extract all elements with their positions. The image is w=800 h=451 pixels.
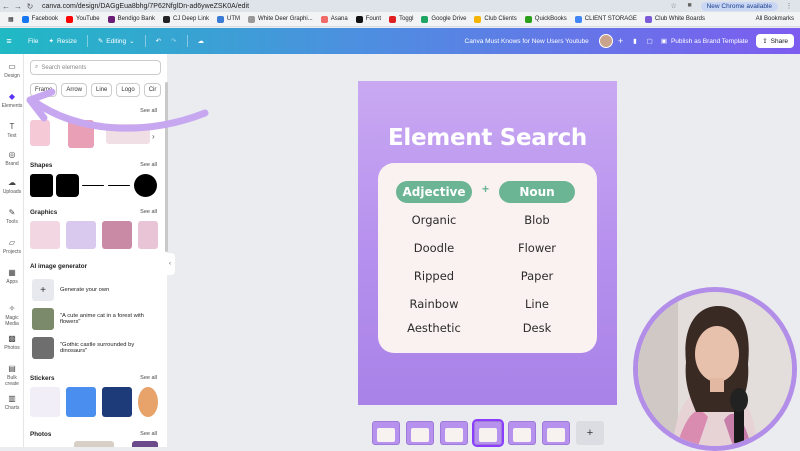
- annotation-arrow: [26, 88, 209, 132]
